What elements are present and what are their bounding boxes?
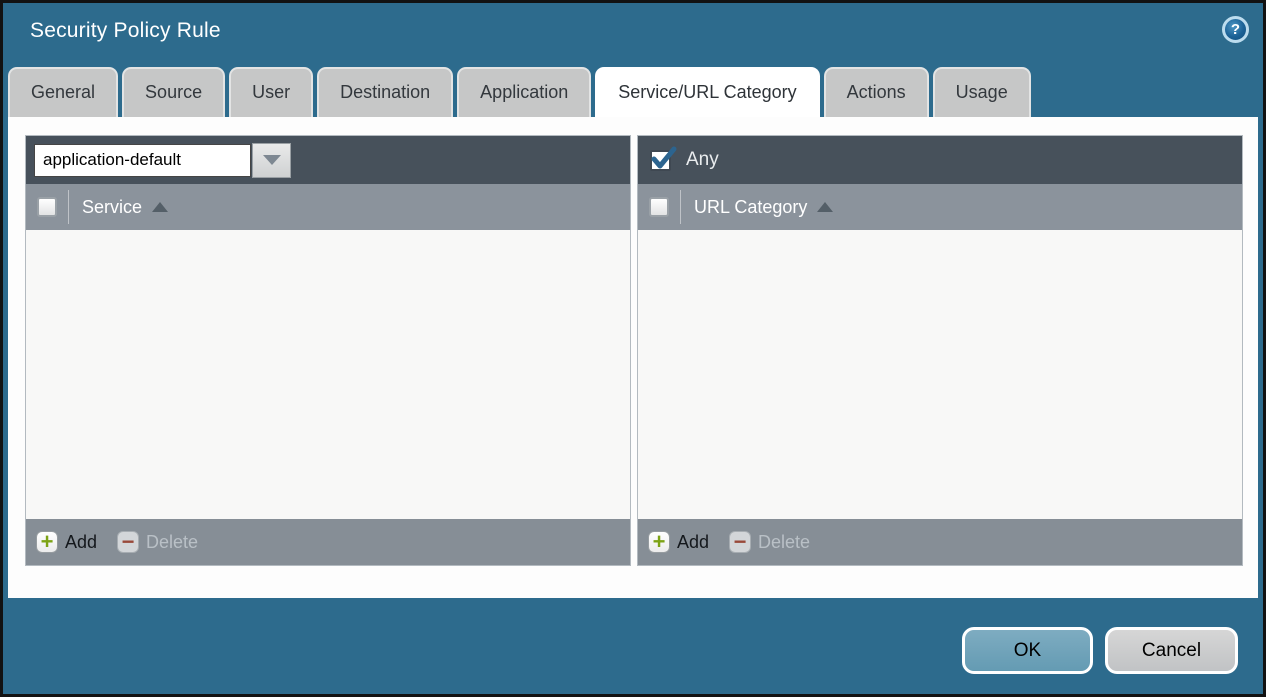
url-category-delete-label: Delete — [758, 532, 810, 553]
plus-icon: + — [648, 531, 670, 553]
sort-ascending-icon[interactable] — [817, 202, 833, 212]
service-list-body[interactable] — [26, 230, 630, 519]
plus-glyph: + — [41, 531, 54, 553]
url-category-list-body[interactable] — [638, 230, 1242, 519]
tab-actions[interactable]: Actions — [824, 67, 929, 117]
service-type-input[interactable] — [34, 144, 251, 177]
tab-general[interactable]: General — [8, 67, 118, 117]
service-add-button[interactable]: + Add — [36, 531, 97, 553]
service-panel-footer: + Add − Delete — [26, 519, 630, 565]
dialog-title: Security Policy Rule — [30, 19, 221, 43]
service-delete-label: Delete — [146, 532, 198, 553]
url-category-delete-button[interactable]: − Delete — [729, 531, 810, 553]
tab-content-area: Service + Add − Delete — [8, 117, 1258, 598]
tab-source[interactable]: Source — [122, 67, 225, 117]
url-category-add-button[interactable]: + Add — [648, 531, 709, 553]
url-category-add-label: Add — [677, 532, 709, 553]
service-column-header-row: Service — [26, 184, 630, 230]
help-icon[interactable]: ? — [1222, 16, 1249, 43]
url-category-panel-footer: + Add − Delete — [638, 519, 1242, 565]
service-add-label: Add — [65, 532, 97, 553]
tab-service-url-category[interactable]: Service/URL Category — [595, 67, 819, 117]
service-type-dropdown-button[interactable] — [252, 143, 291, 178]
minus-icon: − — [729, 531, 751, 553]
service-select-all-checkbox[interactable] — [37, 197, 57, 217]
column-divider — [68, 190, 69, 224]
ok-button[interactable]: OK — [962, 627, 1093, 674]
url-category-column-label: URL Category — [694, 197, 807, 218]
any-checkbox[interactable] — [650, 150, 671, 171]
tab-user[interactable]: User — [229, 67, 313, 117]
url-category-select-all-checkbox[interactable] — [649, 197, 669, 217]
chevron-down-icon — [263, 155, 281, 165]
plus-glyph: + — [653, 531, 666, 553]
minus-glyph: − — [734, 531, 747, 553]
sort-ascending-icon[interactable] — [152, 202, 168, 212]
url-category-panel-header: Any — [638, 136, 1242, 184]
any-checkbox-row: Any — [646, 149, 719, 171]
tab-usage[interactable]: Usage — [933, 67, 1031, 117]
service-column-label: Service — [82, 197, 142, 218]
minus-icon: − — [117, 531, 139, 553]
url-category-column-header-row: URL Category — [638, 184, 1242, 230]
check-icon — [651, 146, 677, 172]
plus-icon: + — [36, 531, 58, 553]
column-divider — [680, 190, 681, 224]
service-panel-header — [26, 136, 630, 184]
service-delete-button[interactable]: − Delete — [117, 531, 198, 553]
any-label: Any — [686, 149, 719, 171]
minus-glyph: − — [122, 531, 135, 553]
help-icon-glyph: ? — [1231, 21, 1240, 38]
tab-bar: General Source User Destination Applicat… — [8, 67, 1031, 117]
cancel-button[interactable]: Cancel — [1105, 627, 1238, 674]
service-panel: Service + Add − Delete — [25, 135, 631, 566]
service-type-dropdown — [34, 143, 291, 178]
url-category-panel: Any URL Category + Add − — [637, 135, 1243, 566]
tab-destination[interactable]: Destination — [317, 67, 453, 117]
tab-application[interactable]: Application — [457, 67, 591, 117]
security-policy-rule-dialog: Security Policy Rule ? General Source Us… — [0, 0, 1266, 697]
